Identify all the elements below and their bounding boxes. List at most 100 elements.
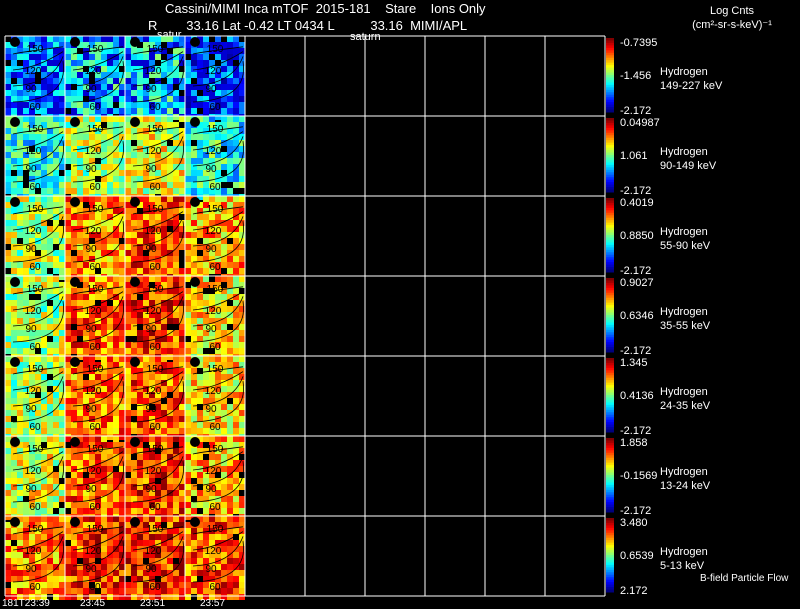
heatmap-cell bbox=[65, 582, 71, 588]
heatmap-cell bbox=[227, 356, 233, 362]
heatmap-cell bbox=[5, 208, 11, 214]
heatmap-cell bbox=[71, 416, 77, 422]
heatmap-cell bbox=[227, 546, 233, 552]
heatmap-cell bbox=[185, 564, 191, 570]
saturn-marker bbox=[130, 117, 140, 127]
heatmap-cell bbox=[29, 276, 35, 282]
heatmap-cell bbox=[77, 582, 83, 588]
heatmap-cell bbox=[11, 472, 17, 478]
heatmap-cell bbox=[137, 220, 143, 226]
saturn-marker bbox=[130, 277, 140, 287]
heatmap-cell bbox=[137, 342, 143, 348]
heatmap-cell bbox=[125, 552, 131, 558]
heatmap-cell bbox=[227, 496, 233, 502]
heatmap-cell bbox=[53, 368, 59, 374]
heatmap-cell bbox=[173, 220, 179, 226]
heatmap-cell bbox=[233, 448, 239, 454]
heatmap-cell bbox=[77, 508, 83, 514]
heatmap-cell bbox=[233, 540, 239, 546]
heatmap-cell bbox=[125, 96, 131, 102]
heatmap-cell bbox=[71, 496, 77, 502]
heatmap-cell bbox=[59, 152, 65, 158]
heatmap-cell bbox=[53, 312, 59, 318]
heatmap-cell bbox=[233, 380, 239, 386]
heatmap-cell bbox=[89, 436, 95, 442]
heatmap-cell bbox=[179, 348, 185, 354]
heatmap-cell bbox=[107, 306, 113, 312]
heatmap-cell bbox=[125, 460, 131, 466]
contour-label: 60 bbox=[89, 582, 101, 593]
heatmap-cell bbox=[17, 54, 23, 60]
heatmap-cell bbox=[191, 324, 197, 330]
heatmap-cell bbox=[47, 84, 53, 90]
heatmap-cell bbox=[59, 306, 65, 312]
heatmap-cell bbox=[59, 348, 65, 354]
heatmap-cell bbox=[83, 262, 89, 268]
heatmap-cell bbox=[77, 472, 83, 478]
heatmap-cell bbox=[41, 564, 47, 570]
heatmap-cell bbox=[53, 116, 59, 122]
heatmap-cell bbox=[11, 330, 17, 336]
heatmap-cell bbox=[167, 202, 173, 208]
heatmap-cell bbox=[59, 250, 65, 256]
heatmap-cell bbox=[191, 312, 197, 318]
heatmap-cell bbox=[101, 84, 107, 90]
heatmap-cell bbox=[59, 490, 65, 496]
heatmap-cell bbox=[125, 318, 131, 324]
heatmap-cell bbox=[11, 428, 17, 434]
heatmap-cell bbox=[17, 454, 23, 460]
heatmap-cell bbox=[227, 282, 233, 288]
heatmap-cell bbox=[233, 256, 239, 262]
heatmap-cell bbox=[179, 386, 185, 392]
heatmap-cell bbox=[71, 404, 77, 410]
contour-label: 150 bbox=[87, 444, 104, 455]
heatmap-cell bbox=[107, 336, 113, 342]
heatmap-cell bbox=[71, 182, 77, 188]
heatmap-cell bbox=[59, 90, 65, 96]
heatmap-cell bbox=[119, 428, 125, 434]
time-label-3: 23:51 bbox=[140, 598, 166, 609]
heatmap-cell bbox=[77, 60, 83, 66]
heatmap-cell bbox=[131, 502, 137, 508]
heatmap-cell bbox=[125, 374, 131, 380]
contour-label: 120 bbox=[205, 546, 222, 557]
heatmap-cell bbox=[125, 146, 131, 152]
heatmap-cell bbox=[239, 330, 245, 336]
heatmap-cell bbox=[161, 422, 167, 428]
heatmap-cell bbox=[239, 170, 245, 176]
heatmap-cell bbox=[221, 582, 227, 588]
heatmap-cell bbox=[239, 588, 245, 594]
contour-label: 90 bbox=[85, 404, 97, 415]
heatmap-cell bbox=[155, 36, 161, 42]
heatmap-cell bbox=[35, 116, 41, 122]
heatmap-cell bbox=[143, 428, 149, 434]
heatmap-cell bbox=[59, 226, 65, 232]
heatmap-cell bbox=[203, 116, 209, 122]
saturn-marker bbox=[190, 517, 200, 527]
heatmap-cell bbox=[161, 502, 167, 508]
heatmap-cell bbox=[227, 78, 233, 84]
heatmap-cell bbox=[41, 36, 47, 42]
heatmap-cell bbox=[119, 516, 125, 522]
contour-label: 150 bbox=[207, 284, 224, 295]
heatmap-cell bbox=[233, 576, 239, 582]
heatmap-cell bbox=[137, 72, 143, 78]
heatmap-cell bbox=[179, 392, 185, 398]
heatmap-cell bbox=[125, 324, 131, 330]
heatmap-cell bbox=[107, 262, 113, 268]
heatmap-cell bbox=[17, 140, 23, 146]
heatmap-cell bbox=[77, 262, 83, 268]
heatmap-cell bbox=[5, 422, 11, 428]
heatmap-cell bbox=[131, 312, 137, 318]
heatmap-cell bbox=[71, 428, 77, 434]
heatmap-cell bbox=[17, 268, 23, 274]
heatmap-cell bbox=[203, 276, 209, 282]
contour-label: 150 bbox=[207, 524, 224, 535]
heatmap-cell bbox=[215, 516, 221, 522]
heatmap-cell bbox=[5, 588, 11, 594]
heatmap-cell bbox=[227, 176, 233, 182]
heatmap-cell bbox=[59, 146, 65, 152]
heatmap-cell bbox=[167, 196, 173, 202]
contour-label: 150 bbox=[27, 364, 44, 375]
heatmap-cell bbox=[221, 356, 227, 362]
